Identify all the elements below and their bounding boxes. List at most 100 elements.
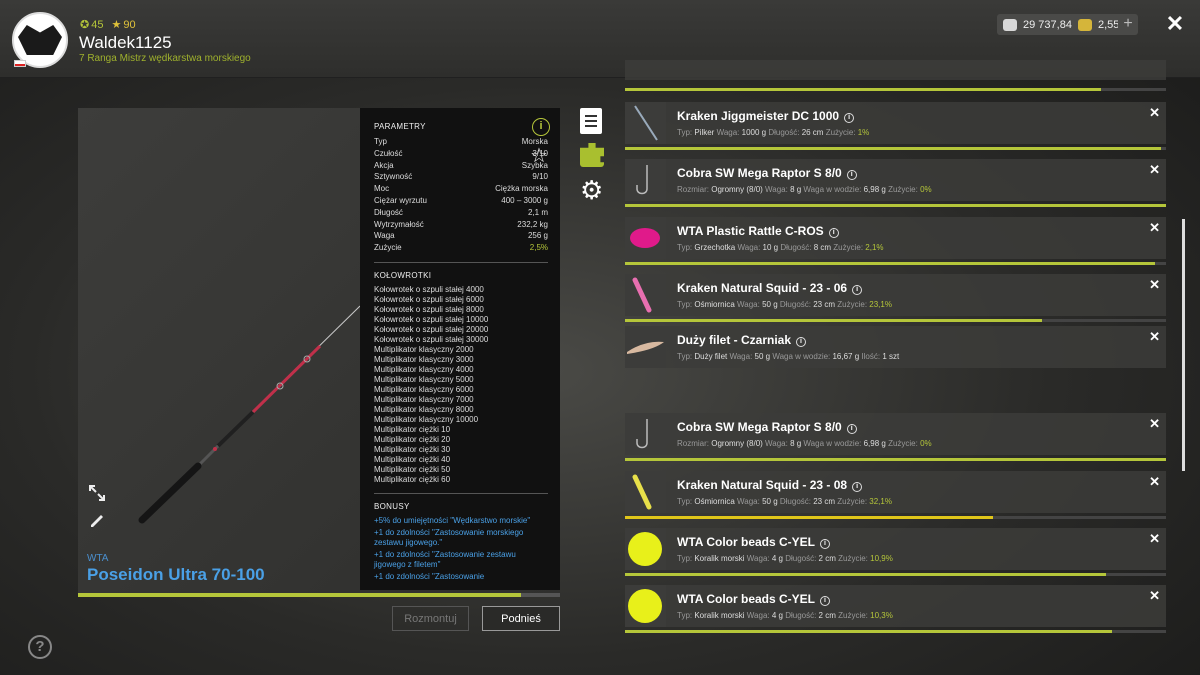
meta-value: 10,9%: [870, 554, 893, 563]
reel-item: Multiplikator klasyczny 4000: [374, 364, 474, 374]
spec-label: Ciężar wyrzutu: [374, 195, 427, 205]
item-name: Kraken Natural Squid - 23 - 06 i: [677, 281, 863, 295]
scrollbar[interactable]: [1182, 219, 1185, 471]
close-button[interactable]: ✕: [1163, 12, 1187, 36]
meta-value: 8 cm: [813, 243, 834, 252]
spec-row: Waga 256 g: [374, 230, 548, 242]
notes-icon[interactable]: [580, 108, 602, 134]
meta-label: Zużycie:: [837, 300, 870, 309]
spec-value: Ciężka morska: [495, 184, 548, 194]
tackle-item[interactable]: WTA Plastic Rattle C-ROS i Typ: Grzechotka…: [625, 217, 1166, 259]
meta-label: Zużycie:: [837, 497, 870, 506]
info-icon[interactable]: i: [796, 337, 807, 347]
list-item-partial: [625, 60, 1166, 80]
tackle-item[interactable]: Cobra SW Mega Raptor S 8/0 i Rozmiar: Ogro…: [625, 413, 1166, 455]
remove-item-icon[interactable]: ✕: [1149, 162, 1160, 178]
spec-row: Sztywność 9/10: [374, 171, 548, 183]
info-icon[interactable]: i: [532, 118, 550, 136]
unmount-button[interactable]: Rozmontuj: [392, 606, 469, 631]
remove-item-icon[interactable]: ✕: [1149, 277, 1160, 293]
item-name-text: WTA Color beads C-YEL: [677, 592, 815, 606]
help-icon[interactable]: ?: [28, 635, 52, 659]
meta-label: Zużycie:: [825, 128, 858, 137]
wear-bar: [625, 204, 1166, 207]
info-icon[interactable]: i: [828, 228, 839, 238]
info-icon[interactable]: i: [852, 285, 863, 295]
tackle-item[interactable]: Kraken Jiggmeister DC 1000 i Typ: Pilker W…: [625, 102, 1166, 144]
poland-flag-icon: [14, 60, 26, 67]
meta-value: Ośmiornica: [694, 300, 738, 309]
tackle-item[interactable]: Kraken Natural Squid - 23 - 06 i Typ: Ośmi…: [625, 274, 1166, 316]
item-name: Cobra SW Mega Raptor S 8/0 i: [677, 420, 857, 434]
meta-label: Typ:: [677, 497, 695, 506]
meta-value: Ogromny (8/0): [711, 185, 766, 194]
meta-label: Długość:: [785, 554, 819, 563]
meta-value: 8 g: [790, 185, 804, 194]
meta-value: Grzechotka: [694, 243, 738, 252]
pencil-icon[interactable]: [88, 510, 106, 528]
reel-item: Kołowrotek o szpuli stałej 8000: [374, 304, 484, 314]
gear-icon[interactable]: ⚙: [580, 177, 606, 203]
tackle-item[interactable]: Cobra SW Mega Raptor S 8/0 i Rozmiar: Ogro…: [625, 159, 1166, 201]
rod-specs: PARAMETRY Typ Morska Czułość 3/10 Akcja Szybk…: [360, 108, 560, 590]
favorite-star-icon[interactable]: ☆: [530, 143, 548, 168]
reel-item: Multiplikator ciężki 50: [374, 464, 451, 474]
info-icon[interactable]: i: [852, 482, 863, 492]
bonus-item: +5% do umiejętności "Wędkarstwo morskie": [374, 515, 531, 525]
meta-label: Waga:: [729, 352, 755, 361]
meta-label: Długość:: [785, 611, 819, 620]
lift-button[interactable]: Podnieś: [482, 606, 560, 631]
clan-emblem-icon: [18, 25, 62, 55]
item-meta: Typ: Grzechotka Waga: 10 g Długość: 8 cm…: [677, 243, 884, 252]
add-currency-button[interactable]: +: [1118, 14, 1138, 35]
item-name: Cobra SW Mega Raptor S 8/0 i: [677, 166, 857, 180]
meta-label: Zużycie:: [838, 611, 871, 620]
jig-icon: [625, 102, 666, 144]
player-name: Waldek1125: [79, 33, 172, 52]
meta-value: 6,98 g: [863, 185, 889, 194]
spec-row: Wytrzymałość 232,2 kg: [374, 219, 548, 231]
remove-item-icon[interactable]: ✕: [1149, 220, 1160, 236]
remove-item-icon[interactable]: ✕: [1149, 531, 1160, 547]
player-stars: 90: [123, 19, 136, 31]
remove-item-icon[interactable]: ✕: [1149, 329, 1160, 345]
tackle-item[interactable]: WTA Color beads C-YEL i Typ: Koralik morsk…: [625, 585, 1166, 627]
expand-icon[interactable]: [88, 484, 106, 502]
puzzle-icon[interactable]: [580, 143, 604, 167]
meta-label: Typ:: [677, 300, 695, 309]
tackle-item[interactable]: WTA Color beads C-YEL i Typ: Koralik morsk…: [625, 528, 1166, 570]
spec-label: Waga: [374, 231, 395, 241]
meta-value: Koralik morski: [694, 611, 747, 620]
tackle-item[interactable]: Kraken Natural Squid - 23 - 08 i Typ: Ośmi…: [625, 471, 1166, 513]
tackle-item[interactable]: Duży filet - Czarniak i Typ: Duży filet Wa…: [625, 326, 1166, 368]
info-icon[interactable]: i: [846, 170, 857, 180]
reel-item: Multiplikator ciężki 40: [374, 454, 451, 464]
player-rank: 7 Ranga Mistrz wędkarstwa morskiego: [79, 53, 251, 64]
info-icon[interactable]: i: [820, 539, 830, 549]
wear-bar-fill: [625, 516, 993, 519]
params-heading: PARAMETRY: [374, 122, 426, 131]
silver-coins-icon: [1003, 18, 1017, 31]
remove-item-icon[interactable]: ✕: [1149, 588, 1160, 604]
spec-row: Zużycie 2,5%: [374, 242, 548, 254]
gold-amount: 2,55: [1098, 18, 1120, 31]
info-icon[interactable]: i: [820, 596, 830, 606]
meta-value: 23 cm: [813, 497, 838, 506]
info-icon[interactable]: i: [844, 113, 855, 123]
reel-item: Multiplikator klasyczny 8000: [374, 404, 474, 414]
remove-item-icon[interactable]: ✕: [1149, 474, 1160, 490]
silver-balance: 29 737,84: [997, 14, 1078, 35]
remove-item-icon[interactable]: ✕: [1149, 105, 1160, 121]
meta-label: Typ:: [677, 352, 695, 361]
meta-value: Ośmiornica: [694, 497, 738, 506]
meta-value: 0%: [920, 439, 932, 448]
reel-item: Kołowrotek o szpuli stałej 30000: [374, 334, 489, 344]
spec-value: 232,2 kg: [517, 219, 548, 229]
meta-label: Waga:: [737, 243, 763, 252]
wear-bar: [625, 516, 1166, 519]
remove-item-icon[interactable]: ✕: [1149, 416, 1160, 432]
reel-item: Kołowrotek o szpuli stałej 4000: [374, 284, 484, 294]
meta-value: Koralik morski: [694, 554, 747, 563]
meta-value: Duży filet: [694, 352, 730, 361]
info-icon[interactable]: i: [846, 424, 857, 434]
